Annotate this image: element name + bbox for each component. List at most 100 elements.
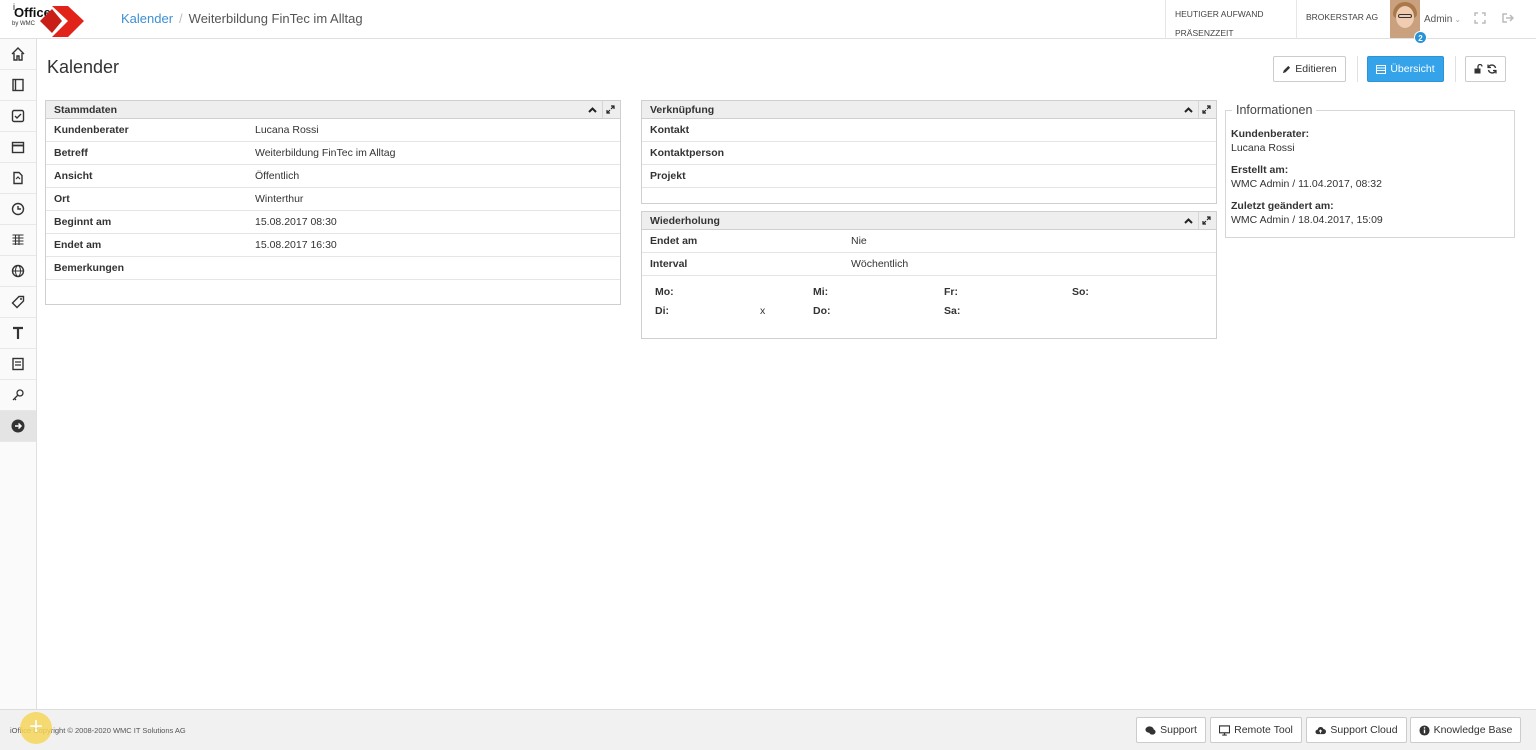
support-cloud-button[interactable]: Support Cloud [1306,717,1407,743]
info-geaendert-value: WMC Admin / 18.04.2017, 15:09 [1231,214,1383,226]
table-row: Kundenberater Lucana Rossi [46,119,620,142]
sidebar-item-more[interactable] [0,411,36,442]
table-row: Kontakt [642,119,1216,142]
sidebar-item-keys[interactable] [0,380,36,411]
sidebar-item-globe[interactable] [0,256,36,287]
info-berater-label: Kundenberater: [1231,128,1310,140]
row-label: Endet am [54,239,102,251]
sidebar-item-forms[interactable] [0,349,36,380]
support-label: Support [1160,724,1197,736]
breadcrumb-separator: / [179,11,183,26]
pencil-icon [1283,65,1291,73]
row-label: Betreff [54,147,88,159]
expand-icon [606,105,615,114]
day-label-so: So: [1072,286,1089,298]
sidebar-item-text[interactable] [0,318,36,349]
day-label-mo: Mo: [655,286,674,298]
row-value: Winterthur [255,193,304,205]
breadcrumb-parent-link[interactable]: Kalender [121,11,173,26]
edit-button-label: Editieren [1295,63,1337,75]
app-logo[interactable]: i Office by WMC [10,2,85,37]
collapse-button[interactable] [1180,212,1196,229]
user-menu[interactable]: Admin ⌄ [1424,14,1461,25]
sidebar-item-home[interactable] [0,39,36,70]
cloud-upload-icon [1315,726,1327,734]
row-label: Ort [54,193,70,205]
sidebar-item-table[interactable] [0,225,36,256]
calendar-icon [11,141,25,154]
collapse-button[interactable] [1180,101,1196,118]
row-value: Weiterbildung FinTec im Alltag [255,147,396,159]
unlock-icon [1474,64,1483,74]
row-label: Bemerkungen [54,262,125,274]
row-label: Ansicht [54,170,93,182]
sidebar-item-tags[interactable] [0,287,36,318]
monitor-icon [1219,724,1231,736]
info-geaendert-label: Zuletzt geändert am: [1231,200,1334,212]
day-value-di: x [760,305,766,317]
remote-tool-button[interactable]: Remote Tool [1210,717,1302,743]
breadcrumb: Kalender / Weiterbildung FinTec im Alltag [121,11,363,26]
arrow-right-icon [11,419,25,433]
table-row: Kontaktperson [642,142,1216,165]
day-label-do: Do: [813,305,831,317]
day-label-mi: Mi: [813,286,829,298]
form-icon [12,357,24,371]
company-name[interactable]: BROKERSTAR AG [1296,0,1388,39]
maximize-button[interactable] [1198,101,1214,118]
stammdaten-panel: Stammdaten Kundenberater Lucana Rossi Betr… [45,100,621,305]
top-bar: i Office by WMC Kalender / Weiterbildung F… [0,0,1536,44]
edit-button[interactable]: Editieren [1273,56,1346,82]
overview-button[interactable]: Übersicht [1367,56,1444,82]
logout-icon[interactable] [1502,12,1515,27]
key-icon [12,389,24,401]
refresh-icon [1487,64,1497,74]
table-icon [12,234,24,245]
info-berater-value: Lucana Rossi [1231,142,1295,154]
sidebar-item-calendar[interactable] [0,132,36,163]
row-label: Kontakt [650,124,690,136]
user-name: Admin [1424,14,1453,25]
table-row: Betreff Weiterbildung FinTec im Alltag [46,142,620,165]
info-erstellt-label: Erstellt am: [1231,164,1289,176]
page-title: Kalender [47,57,120,77]
sidebar-item-book[interactable] [0,70,36,101]
maximize-button[interactable] [602,101,618,118]
text-icon [13,326,23,339]
fullscreen-icon[interactable] [1474,12,1486,27]
time-stats[interactable]: HEUTIGER AUFWAND PRÄSENZZEIT [1165,0,1295,39]
chevron-up-icon [587,106,597,113]
sidebar-item-documents[interactable] [0,163,36,194]
table-row: Interval Wöchentlich [642,253,1216,276]
table-row: Ansicht Öffentlich [46,165,620,188]
sidebar-item-tasks[interactable] [0,101,36,132]
row-label: Kontaktperson [650,147,725,159]
table-row: Bemerkungen [46,257,620,280]
informationen-title: Informationen [1232,103,1317,117]
maximize-button[interactable] [1198,212,1214,229]
row-label: Kundenberater [54,124,129,136]
list-icon [1376,64,1387,74]
add-fab-button[interactable]: + [20,712,52,744]
row-label: Endet am [650,235,698,247]
verknuepfung-panel: Verknüpfung Kontakt Kontaktperson Projekt [641,100,1217,204]
book-icon [12,78,24,92]
knowledge-base-button[interactable]: Knowledge Base [1410,717,1521,743]
day-label-fr: Fr: [944,286,958,298]
notification-badge[interactable]: 2 [1414,31,1427,44]
weekday-grid: Mo: Mi: Fr: So: Di: x Do: Sa: [642,282,1216,322]
day-label-sa: Sa: [944,305,961,317]
support-button[interactable]: Support [1136,717,1206,743]
row-value: Wöchentlich [851,258,909,270]
checkbox-icon [11,109,25,123]
knowledge-base-label: Knowledge Base [1433,724,1513,736]
chevron-down-icon: ⌄ [1454,15,1462,24]
sidebar-item-time[interactable] [0,194,36,225]
stat-effort[interactable]: HEUTIGER AUFWAND [1175,5,1295,24]
unlock-refresh-button[interactable] [1465,56,1506,82]
row-value: Lucana Rossi [255,124,319,136]
stat-presence[interactable]: PRÄSENZZEIT [1175,24,1295,43]
logo-diamond-icon [40,6,84,37]
collapse-button[interactable] [584,101,600,118]
expand-icon [1202,216,1211,225]
